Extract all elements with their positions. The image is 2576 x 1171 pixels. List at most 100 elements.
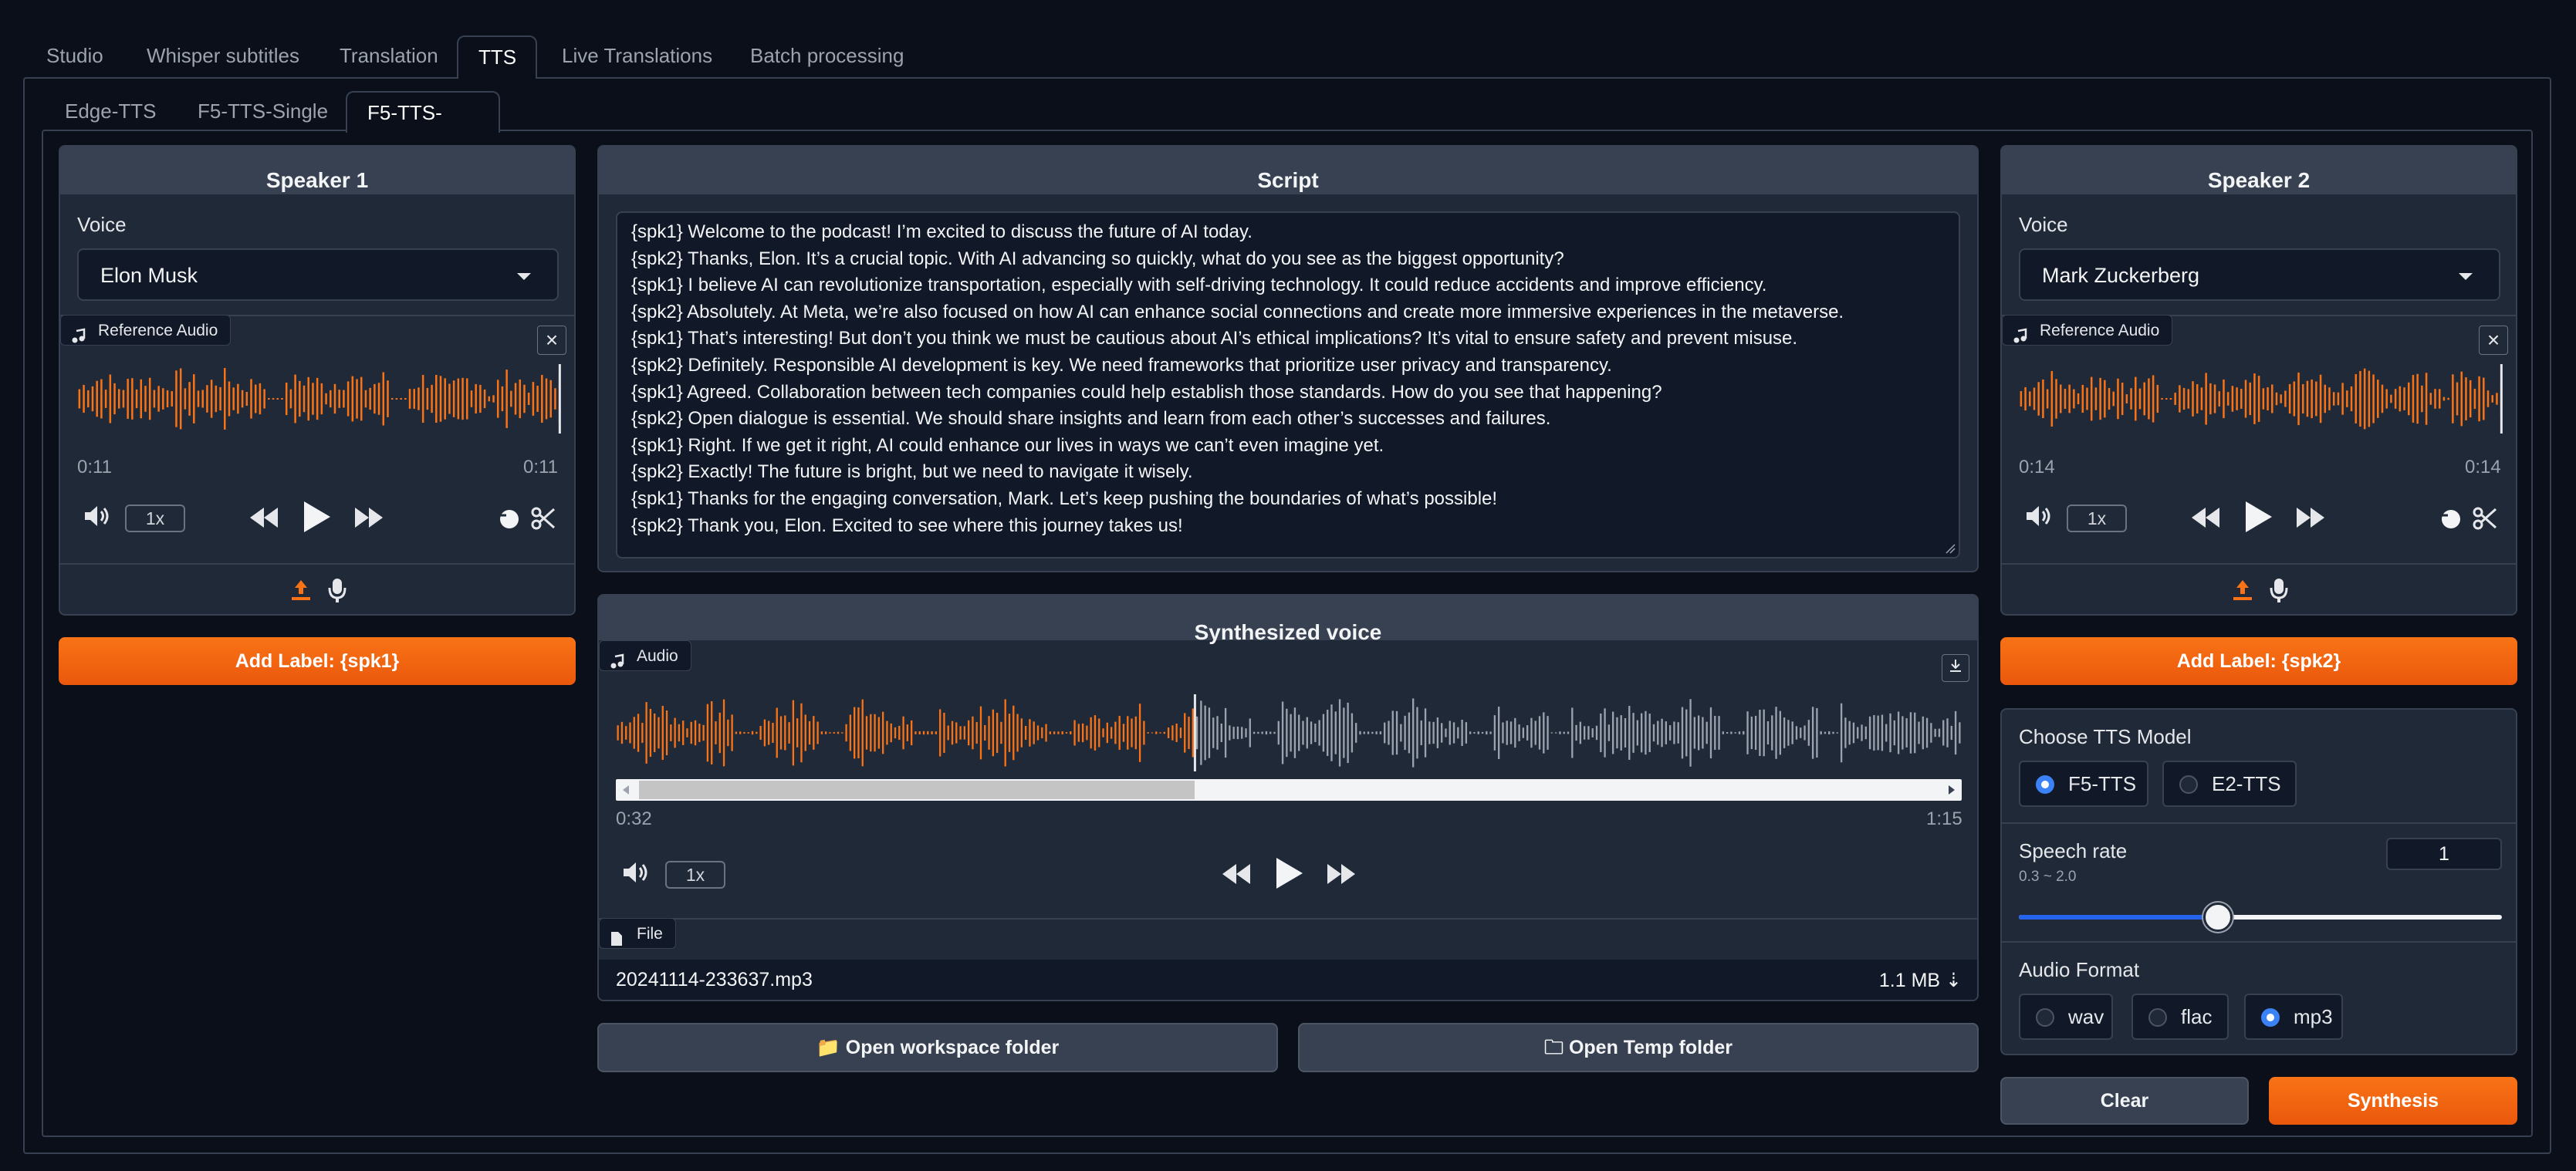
speaker1-playback-speed[interactable]: 1x (125, 505, 185, 532)
speech-rate-slider[interactable] (2019, 903, 2502, 932)
open-workspace-folder-button[interactable]: 📁 Open workspace folder (597, 1023, 1278, 1072)
synth-file-row[interactable]: 20241114-233637.mp3 1.1 MB ⇣ (599, 960, 1977, 1000)
waveform-bar (210, 380, 213, 418)
speaker1-close-icon[interactable]: × (537, 326, 566, 355)
waveform-bar (922, 731, 925, 735)
speaker2-playback-speed[interactable]: 1x (2067, 505, 2127, 532)
waveform-bar (1820, 731, 1822, 735)
scroll-right-icon[interactable] (1948, 785, 1956, 795)
microphone-icon[interactable] (327, 577, 347, 607)
waveform-bar (1922, 716, 1924, 750)
waveform-bar (408, 389, 411, 409)
microphone-icon[interactable] (2269, 577, 2289, 607)
speech-rate-slider-thumb[interactable] (2202, 903, 2233, 932)
subtab-f5-tts-multi[interactable]: F5-TTS-Multi (346, 91, 500, 164)
volume-icon[interactable] (83, 505, 113, 532)
rewind-icon[interactable] (248, 506, 279, 533)
radio-wav[interactable]: wav (2019, 994, 2113, 1040)
resize-handle-icon[interactable] (1945, 543, 1956, 554)
waveform-bar (2029, 391, 2031, 407)
add-label-spk2-button[interactable]: Add Label: {spk2} (2000, 637, 2517, 685)
speaker2-waveform[interactable] (2019, 364, 2503, 434)
waveform-bar (996, 712, 999, 754)
radio-e2-tts[interactable]: E2-TTS (2162, 761, 2297, 807)
waveform-bar (162, 388, 164, 410)
open-temp-folder-button[interactable]: 🗀 Open Temp folder (1298, 1023, 1979, 1072)
script-line: {spk2} Open dialogue is essential. We sh… (631, 408, 1551, 430)
play-icon[interactable] (2243, 500, 2273, 538)
rewind-icon[interactable] (2190, 506, 2221, 533)
waveform-bar (1257, 731, 1259, 734)
volume-icon[interactable] (2025, 505, 2054, 532)
synth-playback-speed[interactable]: 1x (665, 861, 725, 889)
script-textarea[interactable]: {spk1} Welcome to the podcast! I’m excit… (616, 211, 1960, 559)
synth-file-name[interactable]: 20241114-233637.mp3 (616, 969, 813, 991)
speaker2-voice-dropdown[interactable]: Mark Zuckerberg (2019, 248, 2500, 301)
radio-dot (2036, 1008, 2054, 1027)
speaker1-voice-dropdown[interactable]: Elon Musk (77, 248, 559, 301)
tab-batch-processing[interactable]: Batch processing (730, 35, 924, 76)
waveform-bar (330, 390, 332, 408)
speaker1-waveform[interactable] (77, 364, 562, 434)
subtab-edge-tts[interactable]: Edge-TTS (45, 91, 177, 131)
scissors-icon[interactable] (2473, 506, 2497, 535)
download-icon[interactable] (1942, 654, 1969, 682)
fast-forward-icon[interactable] (353, 506, 384, 533)
waveform-bar (751, 731, 754, 735)
waveform-bar (690, 721, 692, 744)
tab-tts[interactable]: TTS (457, 35, 537, 79)
radio-f5-tts[interactable]: F5-TTS (2019, 761, 2148, 807)
waveform-bar (1681, 707, 1684, 759)
waveform-bar (1457, 727, 1459, 739)
upload-icon[interactable] (2232, 579, 2253, 606)
waveform-bar (1828, 731, 1831, 735)
waveform-bar (2429, 393, 2432, 405)
waveform-bar (1232, 727, 1235, 739)
fast-forward-icon[interactable] (2295, 506, 2326, 533)
volume-icon[interactable] (622, 861, 651, 888)
tab-studio[interactable]: Studio (26, 35, 123, 76)
play-icon[interactable] (301, 500, 332, 538)
rewind-icon[interactable] (1221, 862, 1252, 889)
tab-whisper-subtitles[interactable]: Whisper subtitles (127, 35, 319, 76)
add-label-spk1-button[interactable]: Add Label: {spk1} (59, 637, 576, 685)
waveform-bar (861, 699, 864, 767)
synthesis-button[interactable]: Synthesis (2269, 1077, 2517, 1125)
waveform-bar (2081, 384, 2084, 413)
synth-scrollbar[interactable] (616, 779, 1962, 801)
subtab-f5-tts-single[interactable]: F5-TTS-Single (177, 91, 348, 131)
synth-file-size[interactable]: 1.1 MB ⇣ (1879, 969, 1962, 992)
upload-icon[interactable] (290, 579, 312, 606)
speech-rate-input[interactable]: 1 (2386, 838, 2502, 870)
waveform-bar (914, 731, 917, 734)
synth-scrollbar-thumb[interactable] (639, 781, 1195, 799)
waveform-bar (1661, 718, 1663, 747)
radio-flac[interactable]: flac (2131, 994, 2229, 1040)
synth-waveform[interactable] (616, 694, 1962, 771)
waveform-bar (1261, 731, 1263, 734)
waveform-bar (448, 383, 451, 414)
tab-translation[interactable]: Translation (319, 35, 458, 76)
waveform-bar (1134, 716, 1137, 750)
speaker2-close-icon[interactable]: × (2479, 326, 2508, 355)
fast-forward-icon[interactable] (1326, 862, 1357, 889)
waveform-bar (166, 390, 169, 408)
undo-icon[interactable] (2439, 506, 2463, 535)
play-icon[interactable] (1273, 856, 1304, 894)
waveform-bar (1029, 719, 1031, 747)
waveform-bar (2209, 383, 2212, 415)
tab-live-translations[interactable]: Live Translations (542, 35, 732, 76)
radio-mp3[interactable]: mp3 (2244, 994, 2343, 1040)
synth-panel: Synthesized voice Audio 0:32 1:15 1x Fil… (597, 594, 1979, 1001)
waveform-bar (179, 368, 182, 430)
scroll-left-icon[interactable] (622, 785, 630, 795)
file-icon (610, 926, 623, 957)
scissors-icon[interactable] (531, 506, 556, 535)
waveform-bar (2496, 393, 2498, 405)
clear-button[interactable]: Clear (2000, 1077, 2249, 1125)
speech-rate-label: Speech rate (2019, 839, 2128, 862)
undo-icon[interactable] (497, 506, 522, 535)
waveform-bar (1090, 717, 1092, 749)
waveform-bar (2073, 389, 2075, 409)
waveform-bar (1127, 716, 1129, 750)
